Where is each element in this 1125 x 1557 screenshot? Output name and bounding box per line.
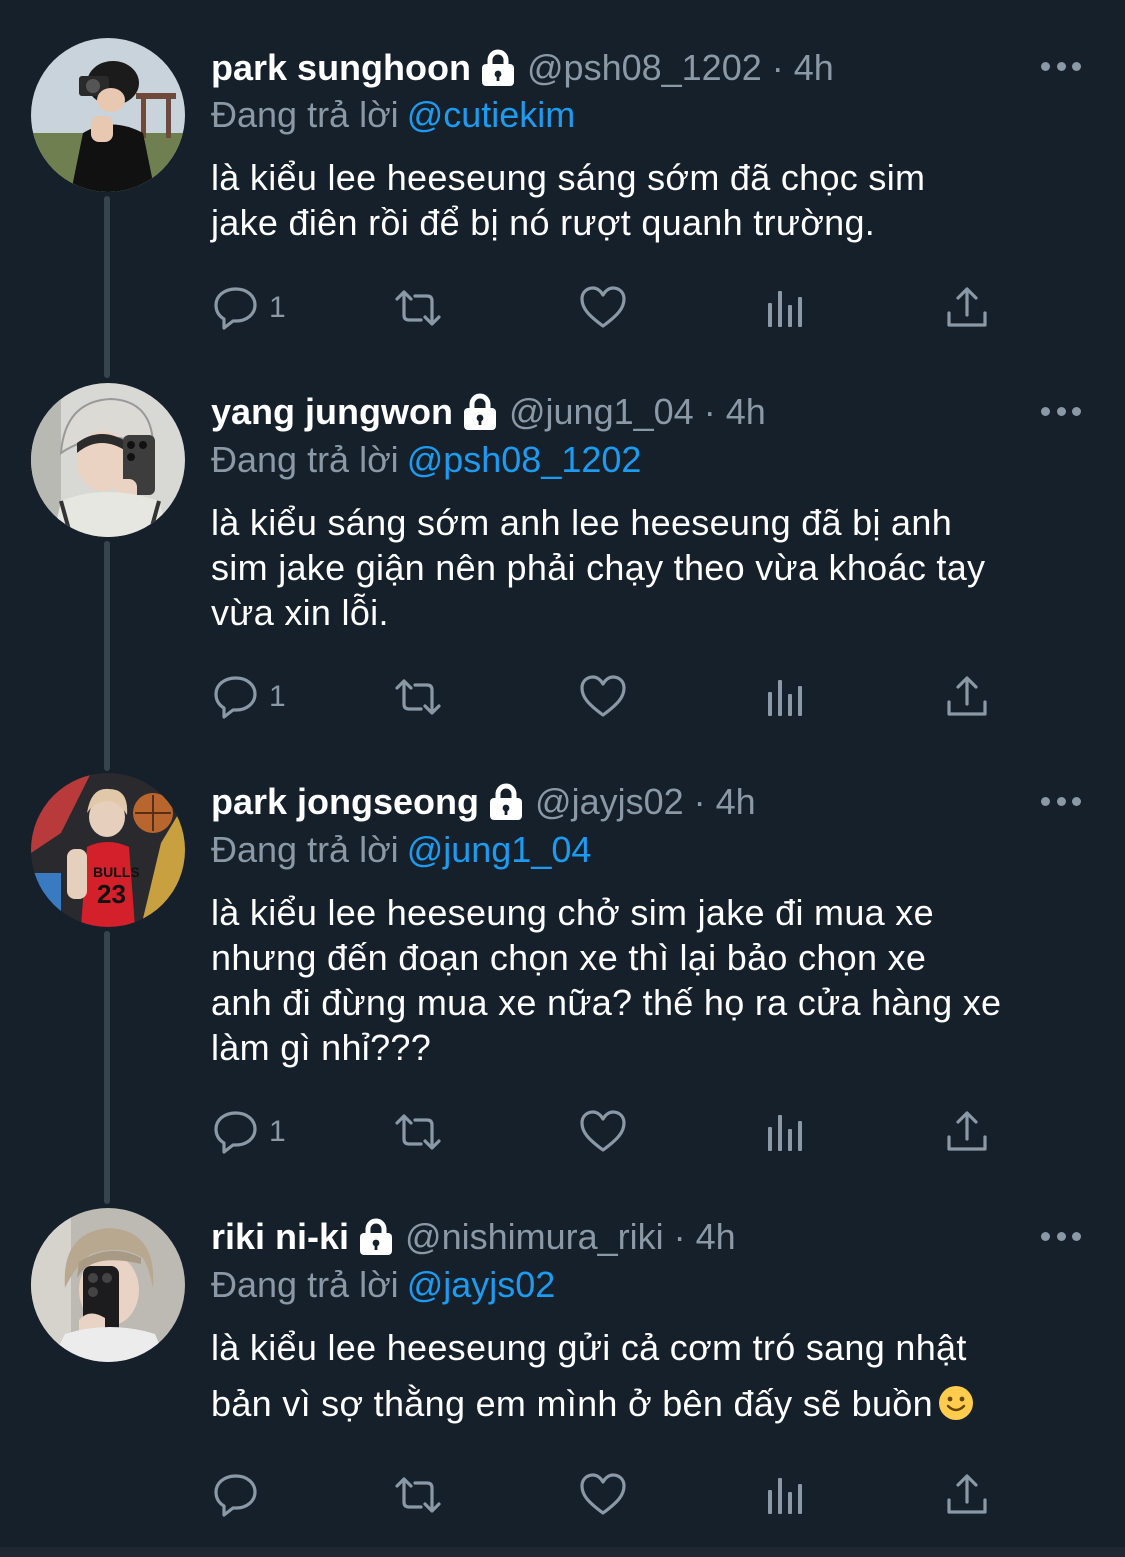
share-icon xyxy=(947,1474,987,1514)
reply-icon xyxy=(214,1474,257,1517)
separator-dot: · xyxy=(673,1216,686,1257)
tweet[interactable]: riki ni-ki @nishimura_riki · 4h Đang trả… xyxy=(0,0,1125,1545)
retweet-button[interactable] xyxy=(393,1470,443,1520)
tweet-text-fragment: bản vì sợ thằng em mình ở bên đấy sẽ buồ… xyxy=(211,1383,933,1424)
analytics-icon xyxy=(768,1478,802,1514)
slightly-smiling-face-emoji xyxy=(937,1382,975,1420)
lock-icon xyxy=(357,1217,395,1257)
tweet-text-line: bản vì sợ thằng em mình ở bên đấy sẽ buồ… xyxy=(211,1376,1091,1432)
reply-mention-link[interactable]: @jayjs02 xyxy=(407,1264,556,1305)
timestamp[interactable]: 4h xyxy=(696,1216,736,1258)
tweet-actions xyxy=(211,1470,1011,1520)
replying-to-label: Đang trả lời xyxy=(211,1264,399,1305)
retweet-icon xyxy=(395,1477,441,1513)
like-button[interactable] xyxy=(578,1470,628,1520)
user-handle[interactable]: @nishimura_riki xyxy=(405,1216,664,1258)
reply-button[interactable] xyxy=(211,1470,269,1520)
tweet-header: riki ni-ki @nishimura_riki · 4h xyxy=(211,1211,1005,1263)
share-button[interactable] xyxy=(942,1470,992,1520)
replying-to: Đang trả lời @jayjs02 xyxy=(211,1261,555,1309)
bottom-divider xyxy=(0,1547,1125,1557)
analytics-button[interactable] xyxy=(761,1470,811,1520)
heart-icon xyxy=(580,1473,626,1515)
more-options-icon[interactable] xyxy=(1041,1230,1081,1242)
tweet-text: là kiểu lee heeseung gửi cả cơm tró sang… xyxy=(211,1320,1091,1432)
display-name[interactable]: riki ni-ki xyxy=(211,1216,349,1258)
avatar[interactable] xyxy=(31,1208,185,1362)
tweet-text-line: là kiểu lee heeseung gửi cả cơm tró sang… xyxy=(211,1327,967,1368)
